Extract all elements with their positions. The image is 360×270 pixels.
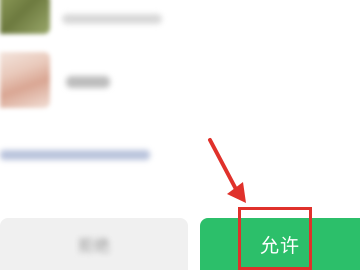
item-thumbnail: [0, 0, 50, 34]
deny-button[interactable]: 拒绝: [0, 218, 188, 270]
allow-button[interactable]: 允许: [200, 218, 360, 270]
deny-button-label: 拒绝: [77, 236, 110, 255]
blurred-title: [66, 76, 110, 88]
item-thumbnail: [0, 52, 50, 108]
list-item[interactable]: [0, 0, 360, 38]
list-item[interactable]: [0, 52, 360, 112]
blurred-link-text[interactable]: [0, 150, 150, 160]
blurred-subtitle: [62, 14, 162, 24]
allow-button-label: 允许: [259, 234, 300, 257]
